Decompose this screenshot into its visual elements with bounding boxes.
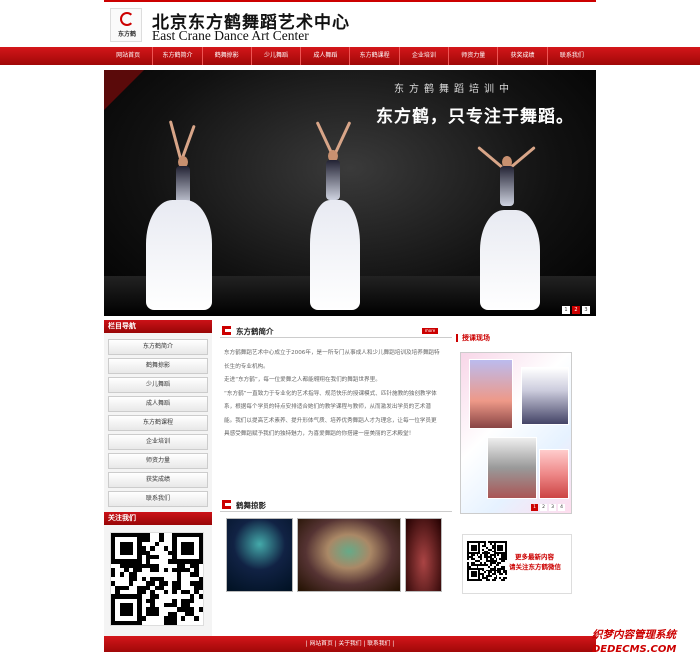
wechat-qr-code-small — [467, 541, 507, 581]
banner-headline: 东方鹤，只专注于舞蹈。 — [376, 107, 574, 127]
nav-extension-left — [0, 47, 104, 65]
qr-grid — [467, 541, 507, 581]
teaching-photo — [521, 367, 569, 425]
gallery-thumbnails — [226, 518, 442, 594]
section-marker-icon — [222, 326, 231, 335]
sidebar-item-intro[interactable]: 东方鹤简介 — [108, 339, 208, 355]
site-title-en: East Crane Dance Art Center — [152, 28, 309, 43]
sidebar-title: 栏目导航 — [104, 320, 212, 333]
header: 东方鹤 北京东方鹤舞蹈艺术中心 East Crane Dance Art Cen… — [104, 0, 596, 46]
sidebar-item-teachers[interactable]: 师资力量 — [108, 453, 208, 469]
teaching-photo — [487, 437, 537, 499]
sidebar-item-kids[interactable]: 少儿舞蹈 — [108, 377, 208, 393]
follow-title: 关注我们 — [104, 512, 212, 525]
banner-dot[interactable]: 3 — [582, 306, 590, 314]
nav-item-contact[interactable]: 联系我们 — [548, 47, 596, 65]
logo[interactable]: 东方鹤 — [110, 8, 142, 42]
wechat-promo[interactable]: 更多最新内容 请关注东方鹤微信 — [462, 534, 572, 594]
teaching-photo — [469, 359, 513, 429]
footer-links[interactable]: | 网站首页 | 关于我们 | 联系我们 | — [104, 636, 596, 652]
crane-logo-icon — [120, 12, 134, 26]
nav-item-teachers[interactable]: 师资力量 — [449, 47, 499, 65]
watermark-line-2: DEDECMS.COM — [592, 644, 677, 655]
watermark-line-1: 织梦内容管理系统 — [592, 629, 676, 641]
section-marker-icon — [222, 500, 231, 509]
teaching-slideshow[interactable]: 1 2 3 4 — [460, 352, 572, 514]
nav-item-corporate[interactable]: 企业培训 — [400, 47, 450, 65]
sidebar-item-awards[interactable]: 获奖成绩 — [108, 472, 208, 488]
teaching-dot[interactable]: 3 — [549, 504, 556, 511]
intro-body: 东方鹤舞蹈艺术中心成立于2006年，是一所专门从事成人和少儿舞蹈培训及培养舞蹈特… — [220, 338, 452, 442]
promo-line-2: 请关注东方鹤微信 — [509, 563, 561, 571]
sidebar-nav: 东方鹤简介 鹤舞掠影 少儿舞蹈 成人舞蹈 东方鹤课程 企业培训 师资力量 获奖成… — [104, 333, 212, 514]
sidebar-item-corporate[interactable]: 企业培训 — [108, 434, 208, 450]
sidebar-item-adult[interactable]: 成人舞蹈 — [108, 396, 208, 412]
nav-item-adult[interactable]: 成人舞蹈 — [301, 47, 351, 65]
banner-subtitle: 东方鹤舞蹈培训中 — [394, 84, 514, 95]
logo-text: 东方鹤 — [117, 31, 136, 38]
sidebar-item-contact[interactable]: 联系我们 — [108, 491, 208, 507]
gallery-thumbnail[interactable] — [226, 518, 294, 592]
sidebar-item-gallery[interactable]: 鹤舞掠影 — [108, 358, 208, 374]
hero-banner[interactable]: 东方鹤舞蹈培训中 东方鹤，只专注于舞蹈。 1 2 3 — [104, 70, 596, 316]
nav-item-courses[interactable]: 东方鹤课程 — [350, 47, 400, 65]
section-bar-icon — [456, 334, 458, 342]
footer-bottom — [104, 652, 596, 663]
teaching-photo — [539, 449, 569, 499]
intro-more-link[interactable]: more — [422, 328, 438, 334]
page: 东方鹤 北京东方鹤舞蹈艺术中心 East Crane Dance Art Cen… — [0, 0, 700, 663]
intro-header: 东方鹤简介 more — [220, 324, 452, 338]
teaching-title: 授课现场 — [462, 334, 490, 342]
nav-item-awards[interactable]: 获奖成绩 — [498, 47, 548, 65]
gallery-header: 鹤舞掠影 — [220, 498, 452, 512]
nav-item-kids[interactable]: 少儿舞蹈 — [252, 47, 302, 65]
qr-grid — [111, 533, 203, 625]
nav-item-intro[interactable]: 东方鹤简介 — [153, 47, 203, 65]
teaching-pager: 1 2 3 4 — [531, 504, 565, 511]
banner-dot[interactable]: 2 — [572, 306, 580, 314]
banner-pager: 1 2 3 — [562, 306, 590, 314]
intro-title: 东方鹤简介 — [236, 327, 274, 336]
teaching-dot[interactable]: 4 — [558, 504, 565, 511]
main-nav: 网站首页 东方鹤简介 鹤舞掠影 少儿舞蹈 成人舞蹈 东方鹤课程 企业培训 师资力… — [104, 47, 596, 65]
left-sidebar: 栏目导航 东方鹤简介 鹤舞掠影 少儿舞蹈 成人舞蹈 东方鹤课程 企业培训 师资力… — [104, 320, 212, 636]
teaching-dot[interactable]: 2 — [540, 504, 547, 511]
intro-paragraph: 东方鹤舞蹈艺术中心成立于2006年，是一所专门从事成人和少儿舞蹈培训及培养舞蹈特… — [224, 350, 440, 370]
right-column: 授课现场 1 2 3 4 更多最新内容 请关注东方鹤微信 — [456, 332, 580, 632]
teaching-dot[interactable]: 1 — [531, 504, 538, 511]
dancer-figure — [474, 130, 544, 310]
banner-dot[interactable]: 1 — [562, 306, 570, 314]
dancer-figure — [304, 120, 364, 310]
gallery-thumbnail[interactable] — [297, 518, 402, 592]
nav-extension-right — [596, 47, 700, 65]
sidebar-item-courses[interactable]: 东方鹤课程 — [108, 415, 208, 431]
gallery-thumbnail[interactable] — [405, 518, 442, 592]
teaching-header: 授课现场 — [456, 332, 580, 344]
gallery-title: 鹤舞掠影 — [236, 501, 266, 510]
main-content: 东方鹤简介 more 东方鹤舞蹈艺术中心成立于2006年，是一所专门从事成人和少… — [220, 324, 452, 636]
intro-paragraph: 走进“东方鹤”，每一位爱舞之人都能翱翔在我们的舞蹈世界里。 — [224, 377, 381, 383]
nav-item-gallery[interactable]: 鹤舞掠影 — [203, 47, 252, 65]
banner-corner-decoration — [104, 70, 144, 110]
wechat-qr-code — [110, 532, 204, 626]
dancer-figure — [144, 120, 214, 310]
watermark: 织梦内容管理系统 DEDECMS.COM — [592, 627, 700, 663]
intro-paragraph: “东方鹤”一直致力于专业化的艺术指导、规范快乐的授课模式、匹针施教的独创教学体系… — [224, 390, 437, 438]
nav-item-home[interactable]: 网站首页 — [104, 47, 154, 65]
promo-line-1: 更多最新内容 — [515, 553, 554, 561]
